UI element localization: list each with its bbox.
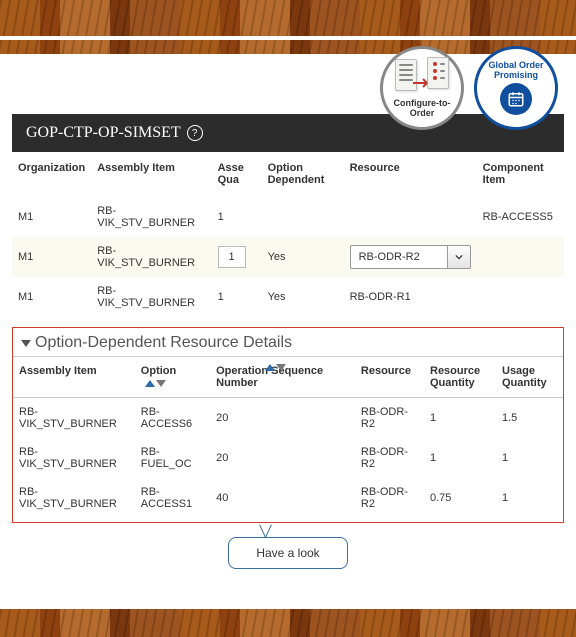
badge-row: Configure-to-Order Global Order Promisin… bbox=[380, 46, 558, 130]
badge-configure-to-order[interactable]: Configure-to-Order bbox=[380, 46, 464, 130]
cell-resource: RB-ODR-R1 bbox=[344, 277, 477, 317]
callout-annotation: Have a look bbox=[228, 537, 348, 569]
details-header-row: Assembly Item Option Operation Sequence … bbox=[13, 357, 563, 398]
dcell-assembly-item: RB-VIK_STV_BURNER bbox=[13, 478, 135, 518]
sort-icon[interactable] bbox=[265, 364, 286, 371]
col-organization[interactable]: Organization bbox=[12, 156, 91, 197]
details-row[interactable]: RB-VIK_STV_BURNER RB-ACCESS6 20 RB-ODR-R… bbox=[13, 398, 563, 439]
dcell-resource: RB-ODR-R2 bbox=[355, 478, 424, 518]
table-row[interactable]: M1 RB-VIK_STV_BURNER 1 Yes RB-ODR-R2 bbox=[12, 237, 564, 277]
dcell-assembly-item: RB-VIK_STV_BURNER bbox=[13, 398, 135, 439]
cell-assembly-qty: 1 bbox=[212, 197, 262, 238]
details-header[interactable]: Option-Dependent Resource Details bbox=[13, 334, 563, 356]
cell-resource bbox=[344, 197, 477, 238]
details-panel: Option-Dependent Resource Details Assemb… bbox=[12, 327, 564, 523]
cell-org: M1 bbox=[12, 237, 91, 277]
clipboard-transfer-icon bbox=[395, 57, 449, 97]
cell-assembly-item: RB-VIK_STV_BURNER bbox=[91, 197, 211, 238]
details-table: Assembly Item Option Operation Sequence … bbox=[13, 356, 563, 518]
cell-org: M1 bbox=[12, 197, 91, 238]
sort-asc-icon bbox=[145, 380, 155, 387]
dcell-res-qty: 1 bbox=[424, 398, 496, 439]
cell-component-item: RB-ACCESS5 bbox=[477, 197, 564, 238]
dcol-option[interactable]: Option bbox=[135, 357, 210, 398]
decorative-band-bottom bbox=[0, 609, 576, 637]
cell-option-dep: Yes bbox=[262, 277, 344, 317]
panel-title: GOP-CTP-OP-SIMSET bbox=[26, 124, 181, 142]
select-value: RB-ODR-R2 bbox=[351, 246, 447, 268]
dcell-usage-qty: 1.5 bbox=[496, 398, 563, 439]
col-option-dependent[interactable]: Option Dependent bbox=[262, 156, 344, 197]
dcell-op-seq: 20 bbox=[210, 438, 355, 478]
table-row[interactable]: M1 RB-VIK_STV_BURNER 1 Yes RB-ODR-R1 bbox=[12, 277, 564, 317]
dcell-op-seq: 20 bbox=[210, 398, 355, 439]
sort-icon[interactable] bbox=[145, 380, 166, 387]
cell-assembly-qty: 1 bbox=[212, 237, 262, 277]
qty-input[interactable]: 1 bbox=[218, 246, 246, 268]
chevron-down-icon bbox=[447, 246, 470, 268]
cell-assembly-item: RB-VIK_STV_BURNER bbox=[91, 237, 211, 277]
details-row[interactable]: RB-VIK_STV_BURNER RB-FUEL_OC 20 RB-ODR-R… bbox=[13, 438, 563, 478]
col-component-item[interactable]: Component Item bbox=[477, 156, 564, 197]
decorative-band-top bbox=[0, 0, 576, 38]
dcol-assembly-item[interactable]: Assembly Item bbox=[13, 357, 135, 398]
resource-select[interactable]: RB-ODR-R2 bbox=[350, 245, 471, 269]
col-assembly-item[interactable]: Assembly Item bbox=[91, 156, 211, 197]
dcell-res-qty: 1 bbox=[424, 438, 496, 478]
cell-assembly-item: RB-VIK_STV_BURNER bbox=[91, 277, 211, 317]
collapse-icon bbox=[21, 340, 31, 347]
cell-org: M1 bbox=[12, 277, 91, 317]
dcell-resource: RB-ODR-R2 bbox=[355, 398, 424, 439]
main-table: Organization Assembly Item Asse Qua Opti… bbox=[12, 156, 564, 317]
dcol-op-seq[interactable]: Operation Sequence Number bbox=[210, 357, 355, 398]
dcell-option: RB-ACCESS1 bbox=[135, 478, 210, 518]
cell-component-item bbox=[477, 237, 564, 277]
dcol-usage-qty[interactable]: Usage Quantity bbox=[496, 357, 563, 398]
dcell-usage-qty: 1 bbox=[496, 438, 563, 478]
main-panel: GOP-CTP-OP-SIMSET ? Organization Assembl… bbox=[12, 114, 564, 569]
badge-global-order-promising[interactable]: Global Order Promising bbox=[474, 46, 558, 130]
dcol-resource[interactable]: Resource bbox=[355, 357, 424, 398]
col-assembly-qty[interactable]: Asse Qua bbox=[212, 156, 262, 197]
main-table-header-row: Organization Assembly Item Asse Qua Opti… bbox=[12, 156, 564, 197]
col-resource[interactable]: Resource bbox=[344, 156, 477, 197]
cell-option-dep bbox=[262, 197, 344, 238]
badge-label: Configure-to-Order bbox=[387, 99, 457, 119]
help-icon[interactable]: ? bbox=[187, 125, 203, 141]
dcell-res-qty: 0.75 bbox=[424, 478, 496, 518]
badge-label: Global Order Promising bbox=[481, 61, 551, 81]
callout-text: Have a look bbox=[228, 537, 348, 569]
dcol-res-qty[interactable]: Resource Quantity bbox=[424, 357, 496, 398]
dcell-usage-qty: 1 bbox=[496, 478, 563, 518]
cell-option-dep: Yes bbox=[262, 237, 344, 277]
dcell-option: RB-FUEL_OC bbox=[135, 438, 210, 478]
cell-component-item bbox=[477, 277, 564, 317]
table-row[interactable]: M1 RB-VIK_STV_BURNER 1 RB-ACCESS5 bbox=[12, 197, 564, 238]
calendar-icon bbox=[500, 83, 532, 115]
dcell-op-seq: 40 bbox=[210, 478, 355, 518]
dcell-resource: RB-ODR-R2 bbox=[355, 438, 424, 478]
dcell-option: RB-ACCESS6 bbox=[135, 398, 210, 439]
cell-resource: RB-ODR-R2 bbox=[344, 237, 477, 277]
callout-pointer-icon bbox=[258, 524, 272, 538]
dcol-option-text: Option bbox=[141, 365, 176, 377]
cell-assembly-qty: 1 bbox=[212, 277, 262, 317]
dcell-assembly-item: RB-VIK_STV_BURNER bbox=[13, 438, 135, 478]
sort-desc-icon bbox=[276, 364, 286, 371]
sort-desc-icon bbox=[156, 380, 166, 387]
details-row[interactable]: RB-VIK_STV_BURNER RB-ACCESS1 40 RB-ODR-R… bbox=[13, 478, 563, 518]
sort-asc-icon bbox=[265, 364, 275, 371]
details-title: Option-Dependent Resource Details bbox=[35, 334, 292, 352]
